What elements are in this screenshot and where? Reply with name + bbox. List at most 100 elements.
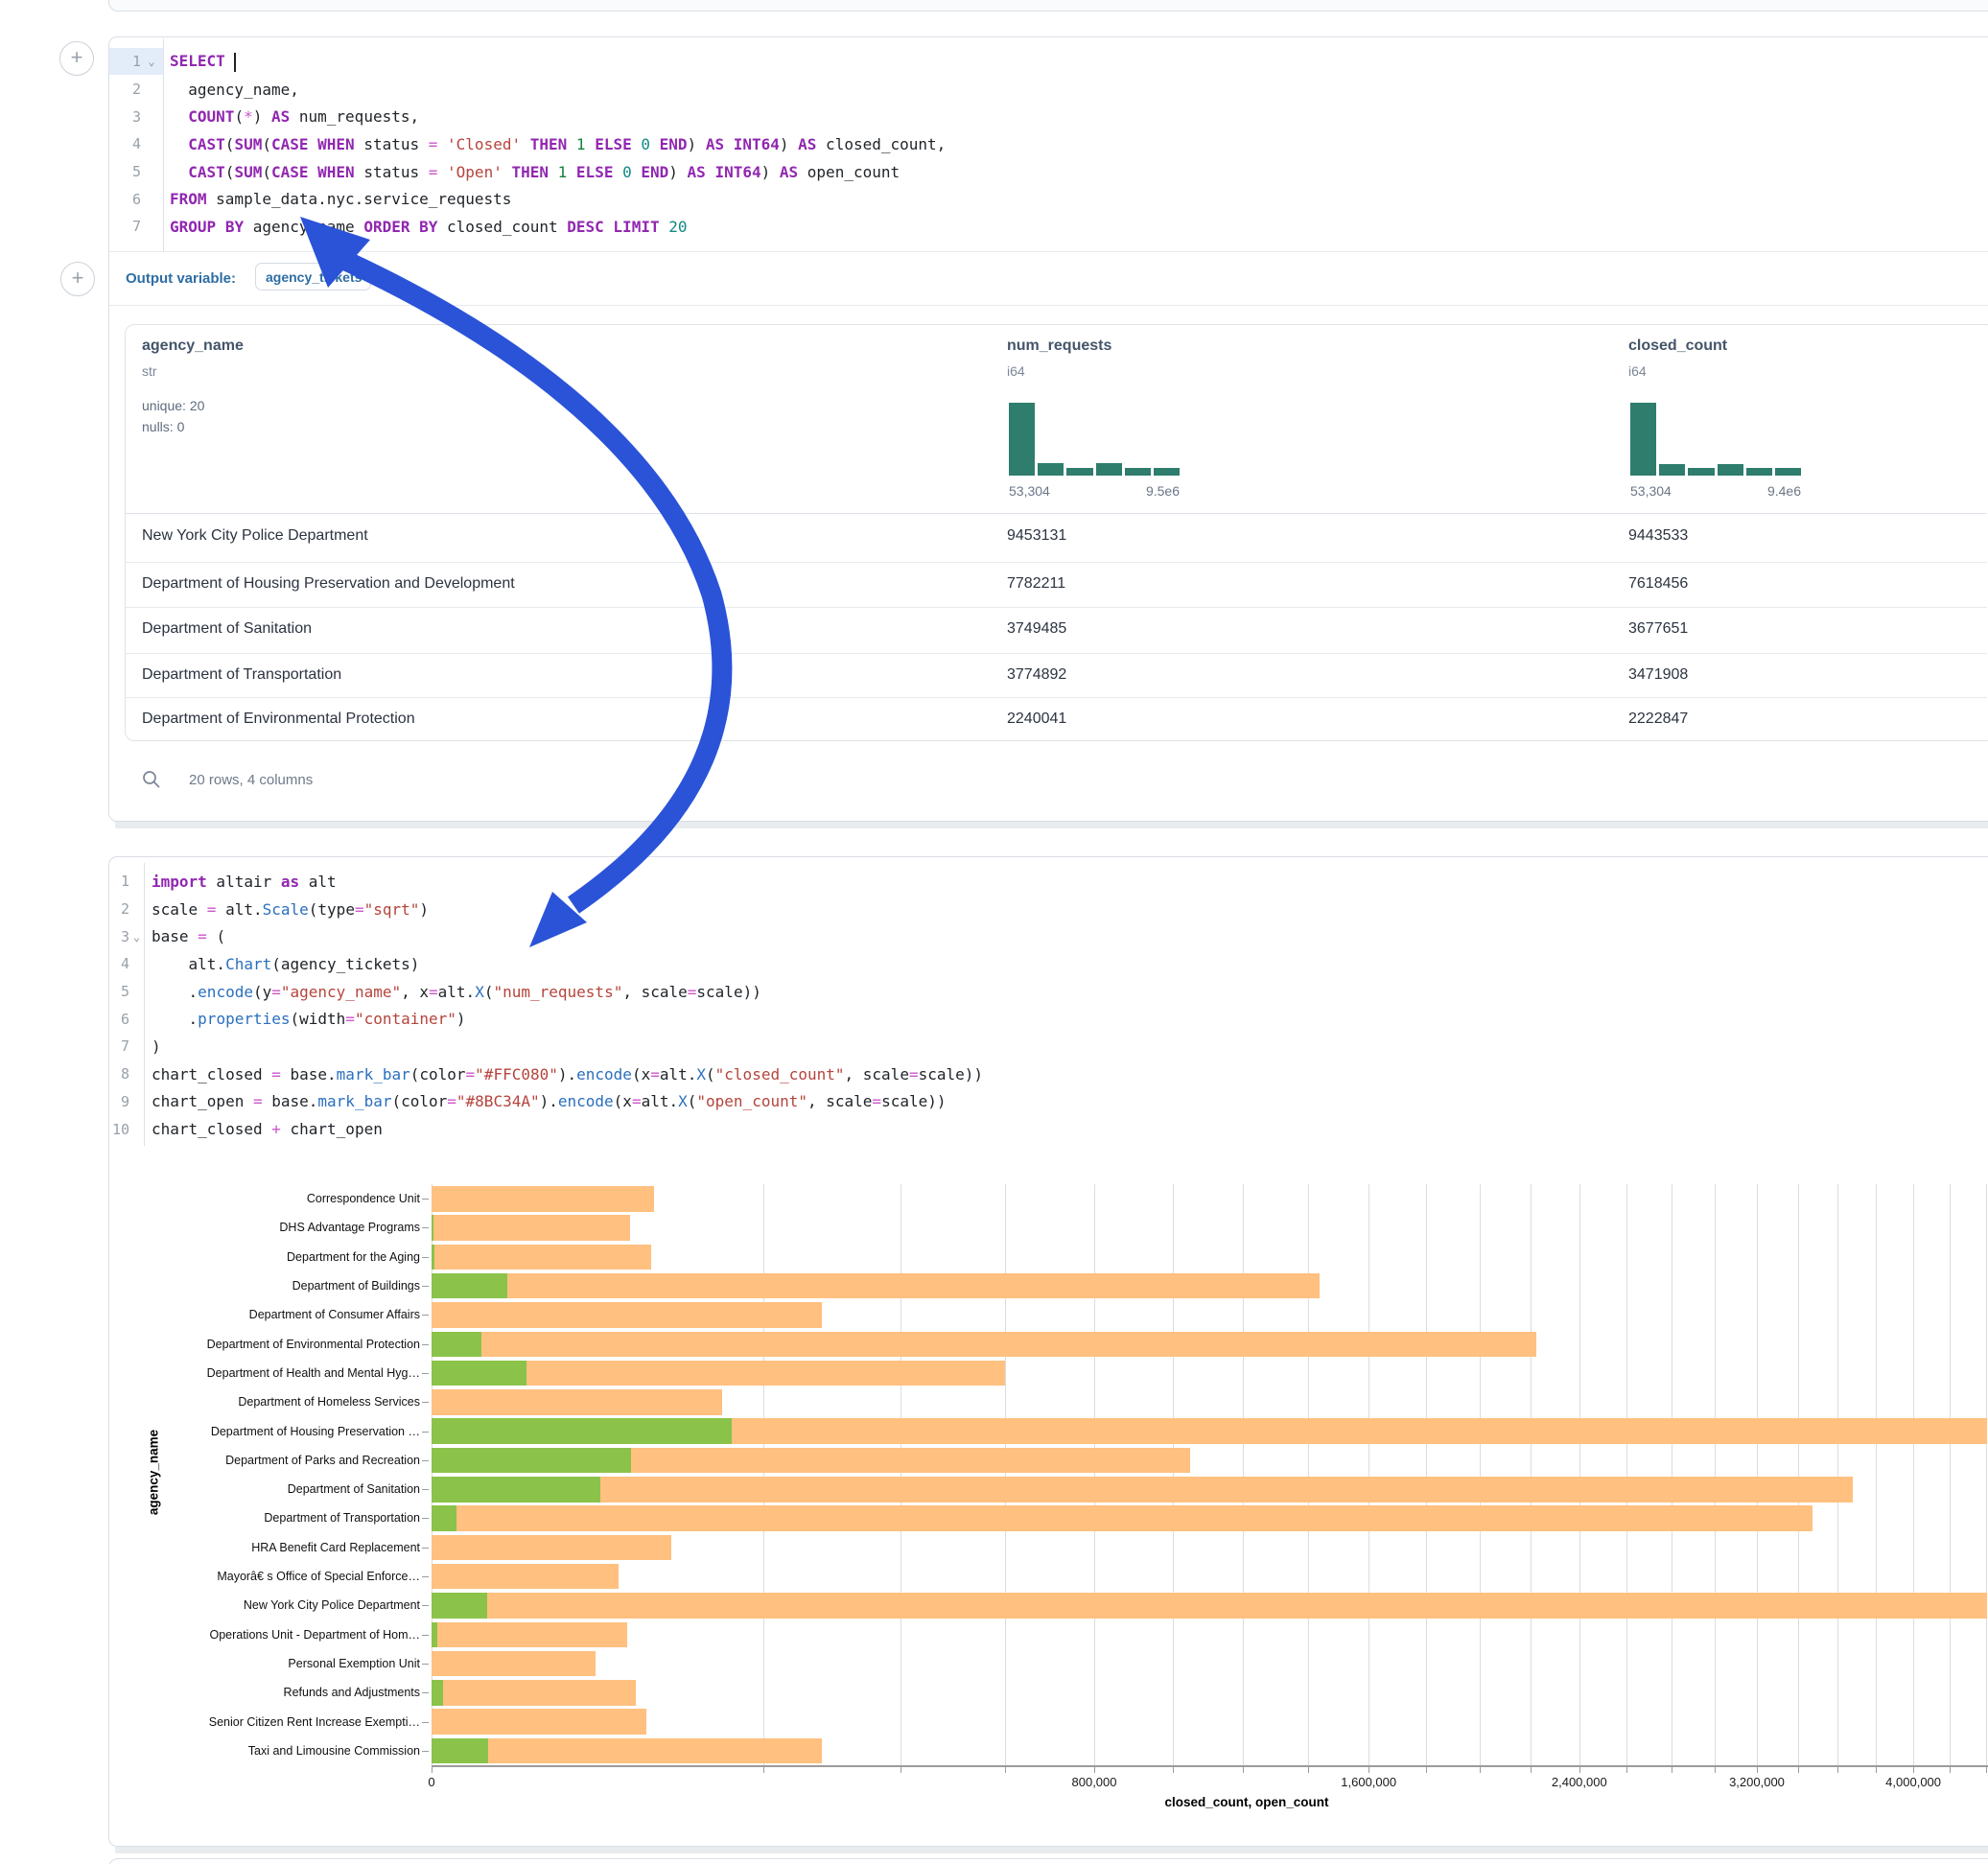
closed-count-bar[interactable] <box>432 1505 1813 1531</box>
column-type: str <box>142 363 157 379</box>
code-line[interactable]: 10chart_closed + chart_open <box>108 1115 983 1143</box>
sql-code-editor[interactable]: 1⌄SELECT 2 agency_name,3 COUNT(*) AS num… <box>108 48 946 241</box>
add-cell-button-top[interactable]: + <box>59 41 94 76</box>
closed-count-bar[interactable] <box>432 1535 671 1561</box>
closed-count-bar[interactable] <box>432 1389 722 1415</box>
table-cell[interactable]: Department of Transportation <box>142 666 341 684</box>
python-code-editor[interactable]: 1import altair as alt2scale = alt.Scale(… <box>108 868 983 1143</box>
chart-gridline <box>1480 1184 1481 1765</box>
closed-count-bar[interactable] <box>432 1564 619 1590</box>
histogram-bar <box>1630 403 1656 476</box>
code-line[interactable]: 7GROUP BY agency_name ORDER BY closed_co… <box>108 213 946 241</box>
table-cell[interactable]: Department of Sanitation <box>142 620 312 638</box>
open-count-bar[interactable] <box>432 1738 488 1764</box>
closed-count-bar[interactable] <box>432 1215 630 1241</box>
column-stat: nulls: 0 <box>142 419 184 434</box>
table-cell[interactable]: 2222847 <box>1628 711 1688 728</box>
closed-count-bar[interactable] <box>432 1332 1536 1358</box>
open-count-bar[interactable] <box>432 1215 433 1241</box>
chart-x-axis-line <box>432 1765 1988 1767</box>
divider <box>109 305 1988 306</box>
table-cell[interactable]: New York City Police Department <box>142 527 368 545</box>
code-text: alt.Chart(agency_tickets) <box>144 955 419 973</box>
code-line[interactable]: 3 COUNT(*) AS num_requests, <box>108 103 946 130</box>
y-axis-category-label: Department of Sanitation <box>132 1475 420 1503</box>
closed-count-bar[interactable] <box>432 1651 596 1677</box>
open-count-bar[interactable] <box>432 1448 631 1474</box>
table-row-count: 20 rows, 4 columns <box>189 772 313 788</box>
code-line[interactable]: 6 .properties(width="container") <box>108 1005 983 1033</box>
code-line[interactable]: 5 .encode(y="agency_name", x=alt.X("num_… <box>108 978 983 1006</box>
open-count-bar[interactable] <box>432 1505 456 1531</box>
closed-count-bar[interactable] <box>432 1302 822 1328</box>
closed-count-bar[interactable] <box>432 1622 627 1648</box>
fold-chevron-icon[interactable]: ⌄ <box>129 930 144 944</box>
table-cell[interactable]: 9453131 <box>1007 527 1066 545</box>
table-cell[interactable]: 7782211 <box>1007 575 1065 593</box>
code-line[interactable]: 1import altair as alt <box>108 868 983 896</box>
x-axis-tick <box>1876 1767 1877 1773</box>
closed-count-bar[interactable] <box>432 1273 1320 1299</box>
open-count-bar[interactable] <box>432 1273 507 1299</box>
y-axis-tick <box>422 1635 429 1636</box>
y-axis-tick <box>422 1402 429 1403</box>
code-line[interactable]: 2scale = alt.Scale(type="sqrt") <box>108 896 983 923</box>
y-axis-tick <box>422 1199 429 1200</box>
open-count-bar[interactable] <box>432 1332 481 1358</box>
chart-gridline <box>1757 1184 1758 1765</box>
closed-count-bar[interactable] <box>432 1680 636 1706</box>
fold-chevron-icon[interactable]: ⌄ <box>141 55 162 68</box>
chart-x-axis-title: closed_count, open_count <box>441 1795 1988 1809</box>
closed-count-bar[interactable] <box>432 1245 651 1270</box>
column-histogram <box>1009 403 1180 476</box>
table-cell[interactable]: 3677651 <box>1628 620 1688 638</box>
closed-count-bar[interactable] <box>432 1477 1853 1503</box>
table-cell[interactable]: 3774892 <box>1007 666 1066 684</box>
closed-count-bar[interactable] <box>432 1186 654 1212</box>
line-number: 6 <box>108 191 141 208</box>
line-number: 3 <box>108 108 141 126</box>
code-text: CAST(SUM(CASE WHEN status = 'Open' THEN … <box>162 163 900 181</box>
open-count-bar[interactable] <box>432 1680 443 1706</box>
table-cell[interactable]: 2240041 <box>1007 711 1066 728</box>
y-axis-category-label: Correspondence Unit <box>132 1184 420 1213</box>
column-header: agency_name <box>142 338 244 355</box>
closed-count-bar[interactable] <box>432 1709 646 1735</box>
code-line[interactable]: 5 CAST(SUM(CASE WHEN status = 'Open' THE… <box>108 158 946 186</box>
chart-gridline <box>763 1184 764 1765</box>
open-count-bar[interactable] <box>432 1418 732 1444</box>
table-cell[interactable]: Department of Housing Preservation and D… <box>142 575 515 593</box>
code-line[interactable]: 4 CAST(SUM(CASE WHEN status = 'Closed' T… <box>108 130 946 158</box>
line-number: 1 <box>108 873 129 890</box>
add-cell-button-output[interactable]: + <box>60 262 95 296</box>
code-line[interactable]: 8chart_closed = base.mark_bar(color="#FF… <box>108 1060 983 1088</box>
table-cell[interactable]: 7618456 <box>1628 575 1688 593</box>
open-count-bar[interactable] <box>432 1245 434 1270</box>
code-line[interactable]: 1⌄SELECT <box>108 48 946 76</box>
closed-count-bar[interactable] <box>432 1593 1987 1619</box>
code-line[interactable]: 7) <box>108 1033 983 1060</box>
open-count-bar[interactable] <box>432 1622 437 1648</box>
search-icon[interactable] <box>142 770 161 789</box>
table-cell[interactable]: 9443533 <box>1628 527 1688 545</box>
open-count-bar[interactable] <box>432 1477 600 1503</box>
code-line[interactable]: 2 agency_name, <box>108 76 946 104</box>
y-axis-tick <box>422 1576 429 1577</box>
code-line[interactable]: 9chart_open = base.mark_bar(color="#8BC3… <box>108 1088 983 1116</box>
code-line[interactable]: 4 alt.Chart(agency_tickets) <box>108 950 983 978</box>
column-header: num_requests <box>1007 338 1111 355</box>
open-count-bar[interactable] <box>432 1361 526 1386</box>
line-number: 7 <box>108 1037 129 1055</box>
code-line[interactable]: 3⌄base = ( <box>108 922 983 950</box>
x-axis-tick <box>1480 1767 1481 1773</box>
closed-count-bar[interactable] <box>432 1738 822 1764</box>
open-count-bar[interactable] <box>432 1593 487 1619</box>
output-variable-pill[interactable]: agency_tickets <box>255 263 371 291</box>
table-cell[interactable]: Department of Environmental Protection <box>142 711 415 728</box>
y-axis-tick <box>422 1605 429 1606</box>
table-cell[interactable]: 3749485 <box>1007 620 1066 638</box>
y-axis-category-label: Operations Unit - Department of Hom… <box>132 1620 420 1649</box>
code-line[interactable]: 6FROM sample_data.nyc.service_requests <box>108 185 946 213</box>
histogram-bar <box>1718 464 1743 476</box>
table-cell[interactable]: 3471908 <box>1628 666 1688 684</box>
